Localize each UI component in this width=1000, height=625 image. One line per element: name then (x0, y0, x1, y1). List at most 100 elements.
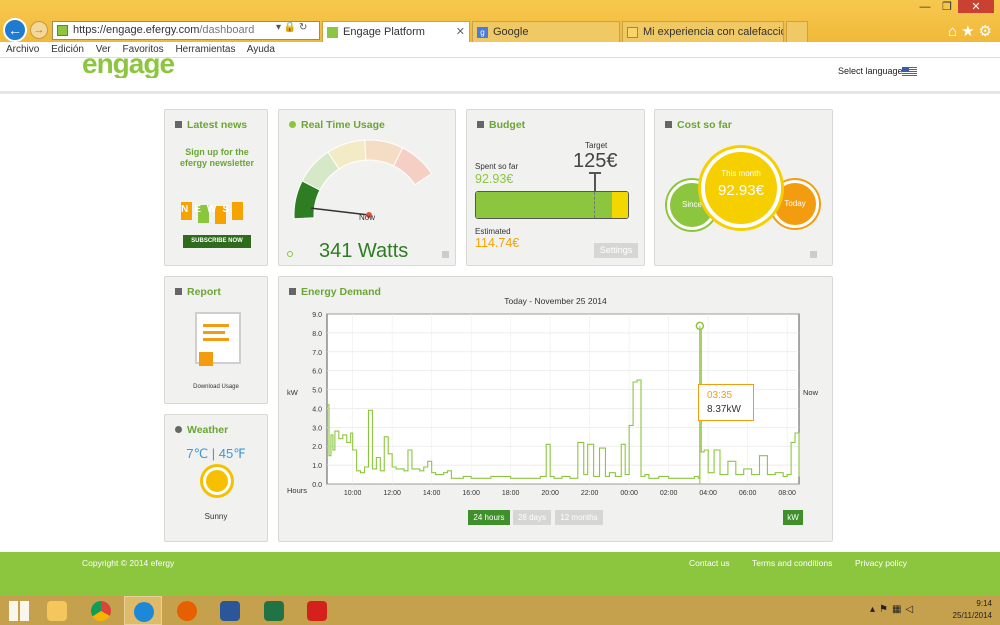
download-usage-link[interactable]: Download Usage (165, 384, 267, 390)
info-icon[interactable] (810, 251, 817, 258)
x-tick-label: 04:00 (699, 490, 717, 497)
card-title: Latest news (175, 119, 247, 131)
weather-title: Weather (187, 424, 229, 436)
firefox-icon (177, 601, 197, 621)
budget-settings-button[interactable]: Settings (594, 243, 638, 258)
new-tab-button[interactable] (786, 21, 808, 42)
report-card: Report Download Usage (164, 276, 268, 404)
gear-icon[interactable]: ⚙ (979, 23, 996, 40)
system-tray[interactable]: ▴⚑▦◁ (870, 604, 917, 615)
x-tick-label: 14:00 (423, 490, 441, 497)
y-tick-label: 7.0 (312, 350, 322, 357)
target-label: Target (585, 141, 608, 150)
y-tick-label: 8.0 (312, 331, 322, 338)
taskbar-explorer[interactable] (38, 596, 76, 625)
newsletter-headline[interactable]: Sign up for the efergy newsletter (177, 147, 257, 169)
home-icon[interactable]: ⌂ (948, 23, 961, 40)
x-tick-label: 10:00 (344, 490, 362, 497)
dashboard: Latest news Sign up for the efergy newsl… (0, 97, 1000, 552)
tab-label: Engage Platform (343, 26, 425, 38)
cost-month-bubble[interactable]: This month 92.93€ (701, 148, 781, 228)
url-host: https://engage.efergy.com (73, 24, 200, 36)
engage-logo[interactable]: engage (82, 48, 174, 78)
flag-icon: ⚑ (879, 604, 892, 615)
x-tick-label: 22:00 (581, 490, 599, 497)
clock[interactable]: 9:14 25/11/2014 (953, 598, 992, 622)
tab-blog[interactable]: Mi experiencia con calefacción... (622, 21, 784, 42)
tooltip-value: 8.37kW (707, 404, 741, 415)
y-tick-label: 5.0 (312, 388, 322, 395)
target-marker (594, 192, 595, 218)
back-arrow-icon[interactable]: ← (3, 18, 27, 42)
card-title: Weather (175, 424, 228, 436)
menu-edicion[interactable]: Edición (51, 44, 84, 55)
x-tick-label: 18:00 (502, 490, 520, 497)
weather-condition: Sunny (204, 512, 228, 521)
language-selector[interactable]: Select language (838, 66, 903, 76)
taskbar-excel[interactable] (255, 596, 293, 625)
taskbar-word[interactable] (211, 596, 249, 625)
y-tick-label: 6.0 (312, 369, 322, 376)
excel-icon (264, 601, 284, 621)
start-button[interactable] (0, 596, 38, 625)
site-header: engage Select language (0, 48, 1000, 94)
pdf-icon (307, 601, 327, 621)
budget-card: Budget Target 125€ Spent so far 92.93€ E… (466, 109, 645, 266)
lock-icon[interactable]: 🔒 (284, 22, 296, 33)
budget-icon (477, 121, 484, 128)
taskbar-firefox[interactable] (168, 596, 206, 625)
menu-archivo[interactable]: Archivo (6, 44, 39, 55)
refresh-icon[interactable]: ↻ (299, 22, 307, 33)
copyright: Copyright © 2014 efergy (82, 558, 175, 568)
us-flag-icon[interactable] (902, 67, 917, 76)
chrome-icon (91, 601, 111, 621)
favorites-star-icon[interactable]: ★ (961, 23, 978, 40)
privacy-link[interactable]: Privacy policy (855, 558, 907, 568)
google-favicon-icon: g (477, 27, 488, 38)
report-title: Report (187, 286, 221, 298)
news-title: Latest news (187, 119, 248, 131)
dropdown-arrow-icon[interactable]: ▾ (276, 22, 281, 33)
gauge-segment (393, 147, 433, 186)
taskbar-ie[interactable] (124, 596, 162, 625)
y-tick-label: 4.0 (312, 406, 322, 413)
tab-engage-platform[interactable]: Engage Platform ✕ (322, 21, 470, 42)
card-title: Budget (477, 119, 525, 131)
terms-link[interactable]: Terms and conditions (752, 558, 832, 568)
budget-progress-bar (475, 191, 629, 219)
forward-arrow-icon[interactable]: → (30, 21, 48, 39)
close-window-icon[interactable]: ✕ (958, 0, 994, 13)
browser-tools[interactable]: ⌂★⚙ (948, 22, 996, 40)
x-tick-label: 12:00 (383, 490, 401, 497)
menu-herramientas[interactable]: Herramientas (175, 44, 235, 55)
cost-card: Cost so far Since Today This month 92.93… (654, 109, 833, 266)
close-tab-icon[interactable]: ✕ (456, 22, 465, 42)
news-card: Latest news Sign up for the efergy newsl… (164, 109, 268, 266)
taskbar-chrome[interactable] (82, 596, 120, 625)
gear-icon (175, 426, 182, 433)
x-axis-label: Hours (287, 486, 307, 495)
download-arrow-icon[interactable] (199, 352, 213, 366)
range-12-months-button[interactable]: 12 months (555, 510, 603, 525)
window-controls[interactable]: — ❐ ✕ (914, 0, 994, 13)
budget-estimated-fill (611, 192, 628, 218)
address-actions[interactable]: ▾ 🔒 ↻ (276, 22, 307, 33)
unit-kw-button[interactable]: kW (783, 510, 803, 525)
info-icon[interactable] (442, 251, 449, 258)
tab-label: Mi experiencia con calefacción... (643, 26, 783, 38)
now-label: Now (803, 388, 819, 397)
tab-label: Google (493, 26, 529, 38)
range-28-days-button[interactable]: 28 days (513, 510, 551, 525)
restore-icon[interactable]: ❐ (936, 0, 958, 13)
menu-ayuda[interactable]: Ayuda (247, 44, 275, 55)
contact-us-link[interactable]: Contact us (689, 558, 730, 568)
range-24-hours-button[interactable]: 24 hours (468, 510, 510, 525)
subscribe-button[interactable]: SUBSCRIBE NOW (183, 235, 251, 248)
spent-label: Spent so far (475, 162, 519, 171)
month-label: This month (721, 169, 761, 178)
ie-icon (134, 602, 154, 622)
tab-google[interactable]: g Google (472, 21, 620, 42)
taskbar-acrobat[interactable] (298, 596, 336, 625)
minimize-icon[interactable]: — (914, 1, 936, 13)
url-path: /dashboard (199, 24, 255, 36)
